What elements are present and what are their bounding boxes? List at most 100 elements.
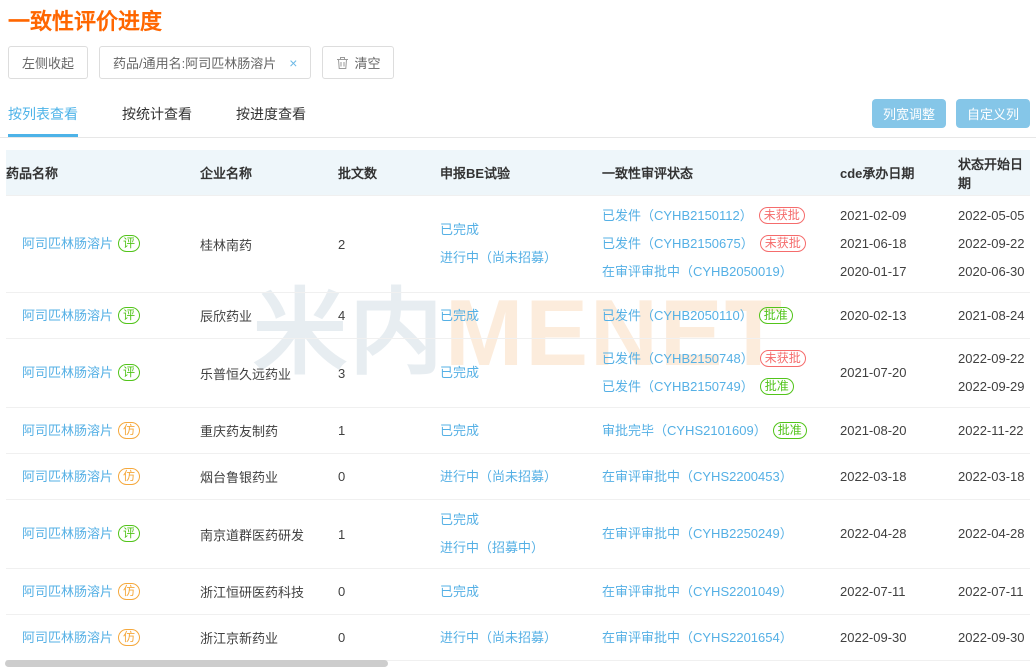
start-date: 2020-06-30 [958,258,1025,286]
start-date-cell: 2022-07-11 [958,569,1030,614]
start-date: 2022-07-11 [958,578,1024,606]
cde-date-cell: 2021-02-092021-06-182020-01-17 [840,196,958,292]
be-trial-cell: 已完成 [440,339,602,407]
tab-bar: 按列表查看 按统计查看 按进度查看 列宽调整 自定义列 [0,92,1036,138]
review-status-link[interactable]: 已发件（CYHB2050110） [602,308,753,323]
column-header-be-trial: 申报BE试验 [440,163,602,182]
review-status-cell: 在审评审批中（CYHS2201654） [602,615,840,660]
start-date: 2022-09-29 [958,373,1025,401]
approval-count-cell: 4 [338,293,440,338]
cde-date: 2020-02-13 [840,302,952,330]
cde-date-cell: 2022-09-30 [840,615,958,660]
drug-tag: 评 [118,235,140,252]
approval-badge: 未获批 [760,235,806,252]
drug-name-cell: 阿司匹林肠溶片仿 [6,615,200,660]
review-status-link[interactable]: 在审评审批中（CYHS2201654） [602,630,793,645]
drug-name-link[interactable]: 阿司匹林肠溶片 [22,365,113,380]
drug-name-link[interactable]: 阿司匹林肠溶片 [22,584,113,599]
table-actions: 列宽调整 自定义列 [872,99,1030,137]
company-cell: 辰欣药业 [200,293,338,338]
approval-badge: 未获批 [759,207,805,224]
table-row: 阿司匹林肠溶片仿烟台鲁银药业0进行中（尚未招募）在审评审批中（CYHS22004… [6,453,1030,499]
drug-name-cell: 阿司匹林肠溶片仿 [6,408,200,453]
be-trial-line: 进行中（尚未招募） [440,244,596,272]
tab-list: 按列表查看 按统计查看 按进度查看 [8,92,350,137]
be-trial-cell: 进行中（尚未招募） [440,615,602,660]
approval-badge: 批准 [760,378,794,395]
collapse-sidebar-button[interactable]: 左侧收起 [8,46,88,79]
approval-badge: 批准 [773,422,807,439]
company-cell: 浙江京新药业 [200,615,338,660]
review-status-link[interactable]: 已发件（CYHB2150749） [602,379,754,394]
table-row: 阿司匹林肠溶片仿浙江京新药业0进行中（尚未招募）在审评审批中（CYHS22016… [6,614,1030,660]
review-status-link[interactable]: 在审评审批中（CYHB2050019） [602,264,793,279]
be-trial-line: 已完成 [440,302,596,330]
cde-date: 2021-06-18 [840,230,952,258]
close-icon[interactable]: × [289,55,297,71]
start-date: 2022-09-30 [958,624,1025,652]
review-status-line: 在审评审批中（CYHB2050019） [602,258,834,286]
cde-date: 2021-02-09 [840,202,952,230]
drug-name-link[interactable]: 阿司匹林肠溶片 [22,630,113,645]
drug-name-cell: 阿司匹林肠溶片仿 [6,454,200,499]
drug-name-line: 阿司匹林肠溶片仿 [22,417,194,445]
drug-name-cell: 阿司匹林肠溶片评 [6,339,200,407]
start-date: 2022-04-28 [958,520,1025,548]
drug-tag: 评 [118,307,140,324]
cde-date: 2021-08-20 [840,417,952,445]
drug-name-link[interactable]: 阿司匹林肠溶片 [22,236,113,251]
start-date-cell: 2022-09-30 [958,615,1031,660]
drug-name-link[interactable]: 阿司匹林肠溶片 [22,526,113,541]
review-status-line: 在审评审批中（CYHB2250249） [602,520,834,548]
start-date-cell: 2022-09-30 [958,661,1031,669]
tab-progress-view[interactable]: 按进度查看 [236,92,306,137]
drug-tag: 评 [118,525,140,542]
approval-count-cell: 0 [338,454,440,499]
be-trial-cell: 已完成 [440,408,602,453]
tab-list-view[interactable]: 按列表查看 [8,92,78,137]
table-header-row: 药品名称 企业名称 批文数 申报BE试验 一致性审评状态 cde承办日期 状态开… [6,150,1030,195]
consistency-evaluation-page: 一致性评价进度 左侧收起 药品/通用名:阿司匹林肠溶片 × 清空 按列表查看 按… [0,0,1036,669]
drug-name-line: 阿司匹林肠溶片评 [22,520,194,548]
review-status-link[interactable]: 已发件（CYHB2150112） [602,208,753,223]
clear-filters-button[interactable]: 清空 [322,46,394,79]
company-cell: 乐普恒久远药业 [200,339,338,407]
column-header-approval-count: 批文数 [338,163,440,182]
be-trial-line: 已完成 [440,359,596,387]
review-status-link[interactable]: 在审评审批中（CYHS2201049） [602,584,793,599]
drug-tag: 评 [118,364,140,381]
review-status-link[interactable]: 审批完毕（CYHS2101609） [602,423,767,438]
horizontal-scrollbar-thumb[interactable] [5,660,388,667]
be-trial-cell: 已完成 [440,293,602,338]
review-status-link[interactable]: 已发件（CYHB2150675） [602,236,754,251]
column-width-button[interactable]: 列宽调整 [872,99,946,128]
company-cell: 南京道群医药研发 [200,500,338,568]
review-status-cell: 已发件（CYHB2150748）未获批已发件（CYHB2150749）批准 [602,339,840,407]
tab-statistics-view[interactable]: 按统计查看 [122,92,192,137]
review-status-link[interactable]: 在审评审批中（CYHS2200453） [602,469,793,484]
review-status-link[interactable]: 在审评审批中（CYHB2250249） [602,526,793,541]
approval-count-cell: 3 [338,339,440,407]
review-status-line: 已发件（CYHB2150675） 未获批 [602,230,834,258]
be-trial-line: 已完成 [440,216,596,244]
drug-name-link[interactable]: 阿司匹林肠溶片 [22,308,113,323]
be-trial-cell: 进行中（尚未招募） [440,661,602,669]
filter-chip[interactable]: 药品/通用名:阿司匹林肠溶片 × [99,46,311,79]
drug-name-link[interactable]: 阿司匹林肠溶片 [22,469,113,484]
custom-columns-button[interactable]: 自定义列 [956,99,1030,128]
table-row: 阿司匹林肠溶片评桂林南药2已完成进行中（尚未招募）已发件（CYHB2150112… [6,195,1030,292]
table-row: 阿司匹林肠溶片评辰欣药业4已完成已发件（CYHB2050110）批准2020-0… [6,292,1030,338]
drug-name-link[interactable]: 阿司匹林肠溶片 [22,423,113,438]
column-header-company: 企业名称 [200,163,338,182]
table-row: 阿司匹林肠溶片评南京道群医药研发1已完成进行中（招募中）在审评审批中（CYHB2… [6,499,1030,568]
start-date: 2022-09-22 [958,345,1025,373]
start-date-cell: 2022-09-222022-09-29 [958,339,1031,407]
review-status-link[interactable]: 已发件（CYHB2150748） [602,351,754,366]
review-status-line: 已发件（CYHB2150749） 批准 [602,373,834,401]
approval-count-cell: 0 [338,615,440,660]
be-trial-line: 进行中（尚未招募） [440,463,596,491]
cde-date: 2022-09-30 [840,624,952,652]
drug-name-cell: 阿司匹林肠溶片评 [6,293,200,338]
review-status-line: 已发件（CYHB2050110）批准 [602,302,834,330]
table-body: 阿司匹林肠溶片评桂林南药2已完成进行中（尚未招募）已发件（CYHB2150112… [6,195,1030,669]
